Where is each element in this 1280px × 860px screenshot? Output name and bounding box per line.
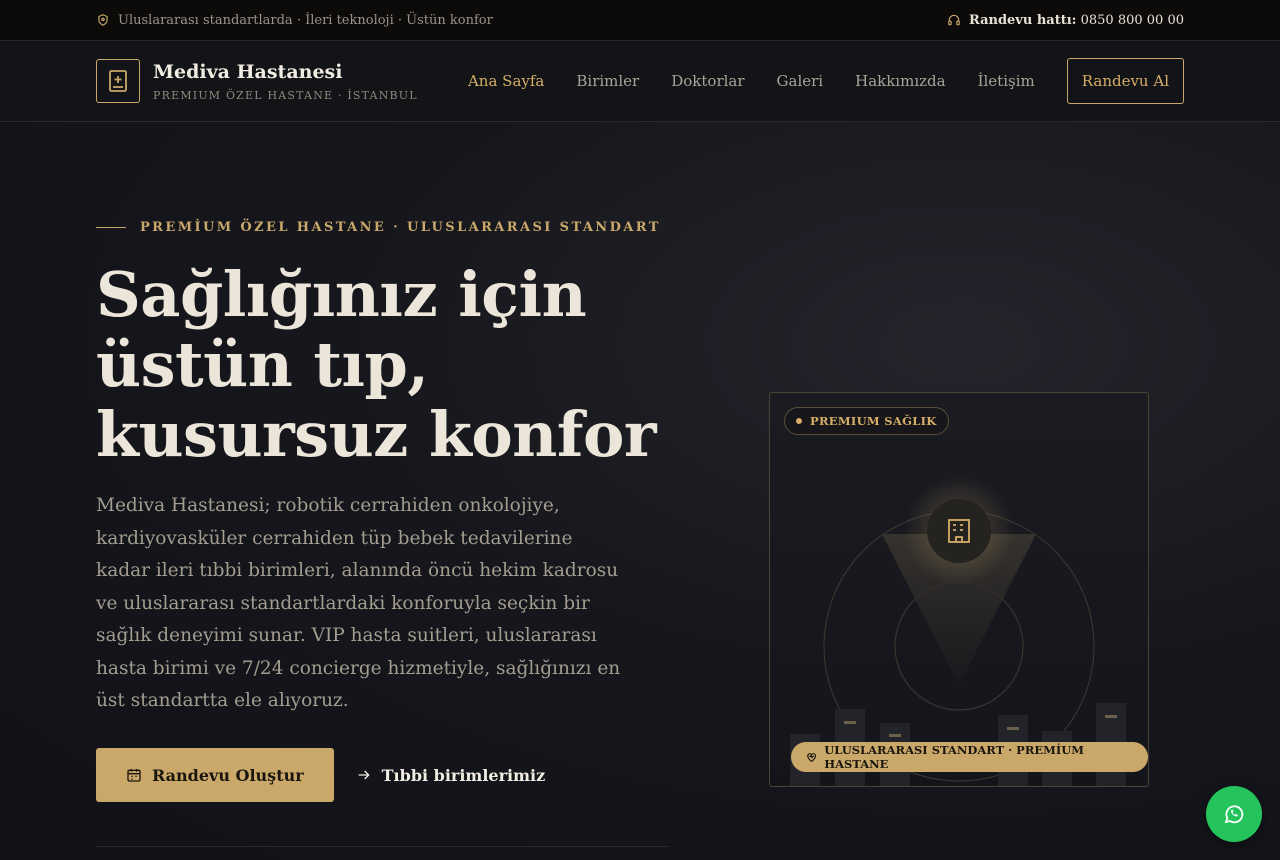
top-bar: Uluslararası standartlarda · İleri tekno… [0, 0, 1280, 41]
badge-dot [796, 418, 802, 424]
hospital-illustration [790, 476, 1126, 786]
nav-item-birimler[interactable]: Birimler [576, 72, 639, 90]
hero-eyebrow: PREMİUM ÖZEL HASTANE · ULUSLARARASI STAN… [96, 220, 661, 235]
calendar-icon [127, 769, 141, 782]
hero-title: Sağlığınız için üstün tıp, kusursuz konf… [96, 258, 657, 471]
nav-item-iletisim[interactable]: İletişim [978, 72, 1035, 90]
hero-description: Mediva Hastanesi; robotik cerrahiden onk… [96, 495, 621, 711]
nav-item-ana-sayfa[interactable]: Ana Sayfa [468, 72, 544, 90]
appointment-button[interactable]: Randevu Al [1066, 58, 1184, 104]
premium-health-badge: PREMIUM SAĞLIK [784, 407, 949, 435]
hero-actions: Randevu Oluştur Tıbbi birimlerimiz [96, 748, 545, 802]
eyebrow-text: PREMİUM ÖZEL HASTANE · ULUSLARARASI STAN… [140, 220, 661, 235]
brand-logo[interactable]: Mediva Hastanesi PREMIUM ÖZEL HASTANE · … [96, 59, 418, 103]
hero-illustration-card: PREMIUM SAĞLIK ULUSLARARASI STANDART · P… [769, 392, 1149, 787]
main-menu: Ana Sayfa Birimler Doktorlar Galeri Hakk… [468, 58, 1184, 104]
international-standard-badge: ULUSLARARASI STANDART · PREMİUM HASTANE [791, 742, 1148, 772]
medical-units-label: Tıbbi birimlerimiz [381, 765, 546, 785]
whatsapp-button[interactable] [1206, 786, 1262, 842]
whatsapp-icon [1224, 805, 1244, 824]
top-bar-tagline: Uluslararası standartlarda · İleri tekno… [118, 12, 493, 28]
medical-units-link[interactable]: Tıbbi birimlerimiz [356, 765, 546, 785]
international-standard-label: ULUSLARARASI STANDART · PREMİUM HASTANE [824, 743, 1085, 771]
premium-health-badge-label: PREMIUM SAĞLIK [810, 414, 937, 428]
hotline-label: Randevu hattı: [968, 12, 1077, 28]
headset-icon [948, 14, 960, 26]
nav-item-galeri[interactable]: Galeri [777, 72, 824, 90]
hero-section: PREMİUM ÖZEL HASTANE · ULUSLARARASI STAN… [0, 122, 1280, 860]
main-header: Mediva Hastanesi PREMIUM ÖZEL HASTANE · … [0, 41, 1280, 122]
brand-subtitle: PREMIUM ÖZEL HASTANE · İSTANBUL [153, 88, 418, 102]
brand-name: Mediva Hastanesi [153, 60, 343, 83]
hotline[interactable]: Randevu hattı: 0850 800 00 00 [947, 13, 1184, 28]
nav-item-hakkimizda[interactable]: Hakkımızda [855, 72, 945, 90]
hero-divider [96, 846, 669, 847]
medical-book-icon [96, 59, 140, 103]
shield-icon [98, 14, 108, 26]
arrow-right-icon [358, 770, 370, 780]
nav-item-doktorlar[interactable]: Doktorlar [671, 72, 744, 90]
heart-pulse-icon [807, 753, 817, 763]
top-bar-tagline-group: Uluslararası standartlarda · İleri tekno… [96, 13, 493, 28]
eyebrow-rule [96, 227, 126, 228]
hotline-number[interactable]: 0850 800 00 00 [1081, 13, 1184, 28]
create-appointment-label: Randevu Oluştur [152, 765, 304, 785]
create-appointment-button[interactable]: Randevu Oluştur [96, 748, 334, 802]
